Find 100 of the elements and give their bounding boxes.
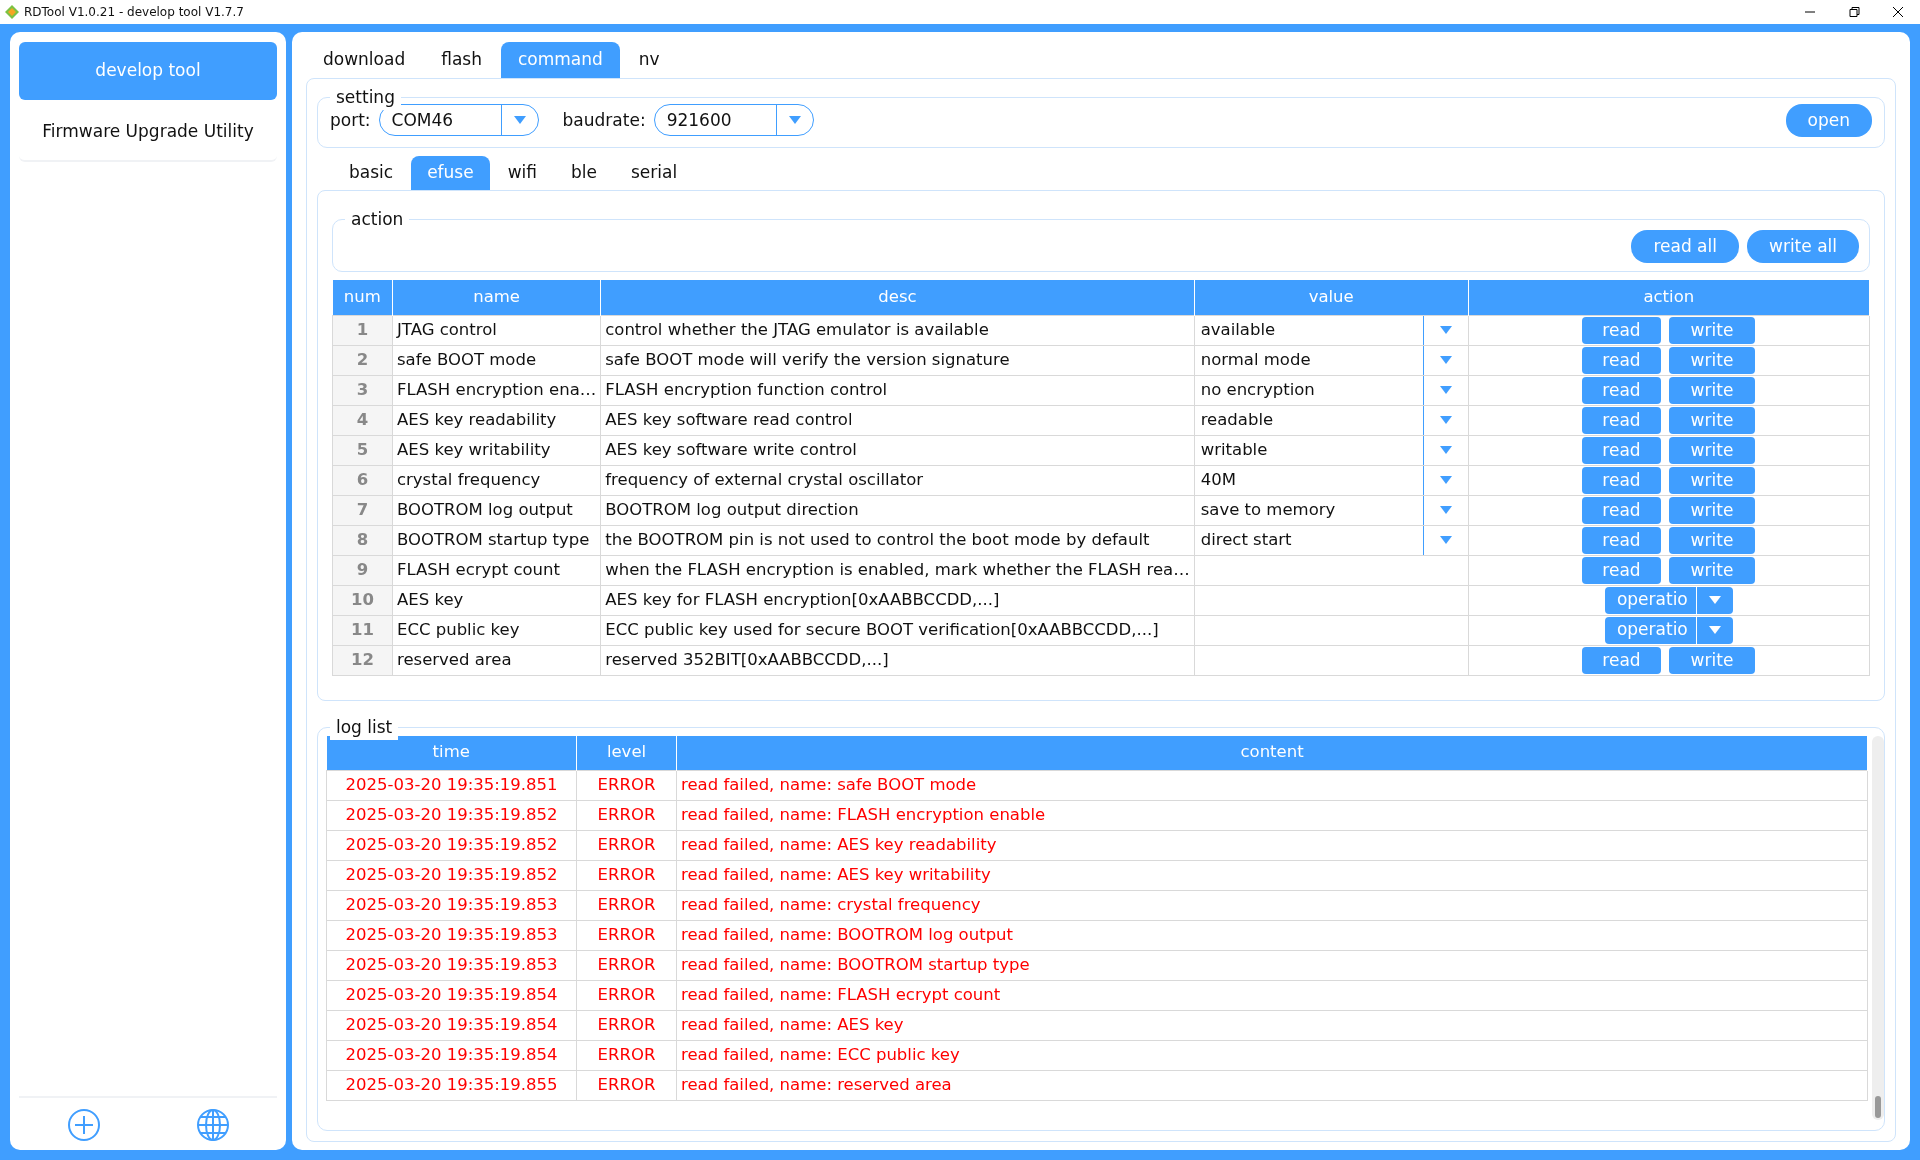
tab[interactable]: ble <box>555 156 613 190</box>
write-button[interactable]: write <box>1668 466 1756 494</box>
value-dropdown[interactable]: no encryption <box>1194 375 1468 405</box>
row-number: 4 <box>332 405 393 435</box>
add-icon[interactable] <box>66 1108 101 1142</box>
sidebar-item[interactable]: develop tool <box>19 42 277 100</box>
tab[interactable]: efuse <box>411 156 490 190</box>
globe-icon[interactable] <box>195 1108 230 1142</box>
read-button[interactable]: read <box>1582 466 1661 494</box>
log-message: read failed, name: BOOTROM log output <box>676 920 1868 951</box>
row-number: 1 <box>332 315 393 345</box>
write-button[interactable]: write <box>1668 496 1756 524</box>
value-dropdown[interactable]: normal mode <box>1194 345 1468 375</box>
column-header: action <box>1468 280 1870 315</box>
log-time: 2025-03-20 19:35:19.854 <box>326 1010 577 1041</box>
log-message: read failed, name: safe BOOT mode <box>676 770 1868 801</box>
open-button[interactable]: open <box>1785 103 1872 137</box>
log-message: read failed, name: crystal frequency <box>676 890 1868 921</box>
read-button[interactable]: read <box>1582 406 1661 434</box>
tab[interactable]: nv <box>621 42 677 78</box>
table-cell: BOOTROM startup type <box>392 525 601 555</box>
log-time: 2025-03-20 19:35:19.853 <box>326 950 577 981</box>
log-level: ERROR <box>576 920 677 951</box>
value-dropdown[interactable]: save to memory <box>1194 495 1468 525</box>
operation-menu-button[interactable]: operatio <box>1604 586 1733 614</box>
write-button[interactable]: write <box>1668 646 1756 674</box>
table-cell: frequency of external crystal oscillator <box>600 465 1195 495</box>
table-cell: AES key software write control <box>600 435 1195 465</box>
log-level: ERROR <box>576 980 677 1011</box>
value-dropdown[interactable]: available <box>1194 315 1468 345</box>
table-cell: when the FLASH encryption is enabled, mark whether the FLASH rea… <box>600 555 1195 585</box>
table-cell: reserved area <box>392 645 601 675</box>
app-logo-icon <box>4 4 20 20</box>
row-number: 6 <box>332 465 393 495</box>
table-cell: BOOTROM log output <box>392 495 601 525</box>
log-time: 2025-03-20 19:35:19.855 <box>326 1070 577 1101</box>
row-number: 12 <box>332 645 393 675</box>
tab[interactable]: basic <box>333 156 410 190</box>
column-header: level <box>576 735 677 771</box>
tab[interactable]: flash <box>424 42 499 78</box>
write-button[interactable]: write <box>1668 526 1756 554</box>
table-cell: control whether the JTAG emulator is available <box>600 315 1195 345</box>
action-button[interactable]: read all <box>1631 229 1739 263</box>
log-level: ERROR <box>576 950 677 981</box>
caret-icon <box>1439 446 1452 454</box>
read-button[interactable]: read <box>1582 496 1661 524</box>
read-button[interactable]: read <box>1582 346 1661 374</box>
write-button[interactable]: write <box>1668 436 1756 464</box>
read-button[interactable]: read <box>1582 436 1661 464</box>
table-cell: reserved 352BIT[0xAABBCCDD,...] <box>600 645 1195 675</box>
log-level: ERROR <box>576 860 677 891</box>
log-time: 2025-03-20 19:35:19.854 <box>326 980 577 1011</box>
value-dropdown[interactable]: 40M <box>1194 465 1468 495</box>
table-cell: safe BOOT mode will verify the version signature <box>600 345 1195 375</box>
write-button[interactable]: write <box>1668 316 1756 344</box>
row-number: 9 <box>332 555 393 585</box>
value-dropdown[interactable]: readable <box>1194 405 1468 435</box>
log-level: ERROR <box>576 1010 677 1041</box>
caret-icon <box>1708 596 1721 604</box>
log-message: read failed, name: AES key writability <box>676 860 1868 891</box>
scrollbar-thumb[interactable] <box>1875 1096 1882 1118</box>
read-button[interactable]: read <box>1582 526 1661 554</box>
write-button[interactable]: write <box>1668 346 1756 374</box>
read-button[interactable]: read <box>1582 556 1661 584</box>
table-cell: FLASH encryption ena… <box>392 375 601 405</box>
caret-icon <box>1439 416 1452 424</box>
caret-icon <box>1439 476 1452 484</box>
operation-menu-button[interactable]: operatio <box>1604 616 1733 644</box>
action-button[interactable]: write all <box>1747 229 1859 263</box>
column-header: desc <box>600 280 1195 315</box>
read-button[interactable]: read <box>1582 646 1661 674</box>
column-header: value <box>1194 280 1469 315</box>
log-time: 2025-03-20 19:35:19.854 <box>326 1040 577 1071</box>
value-dropdown[interactable]: direct start <box>1194 525 1468 555</box>
row-number: 5 <box>332 435 393 465</box>
read-button[interactable]: read <box>1582 376 1661 404</box>
caret-icon <box>1439 356 1452 364</box>
window-title: RDTool V1.0.21 - develop tool V1.7.7 <box>24 4 244 21</box>
log-message: read failed, name: AES key <box>676 1010 1868 1041</box>
write-button[interactable]: write <box>1668 376 1756 404</box>
write-button[interactable]: write <box>1668 556 1756 584</box>
value-dropdown[interactable]: writable <box>1194 435 1468 465</box>
tab[interactable]: wifi <box>491 156 554 190</box>
log-time: 2025-03-20 19:35:19.852 <box>326 830 577 861</box>
log-level: ERROR <box>576 1070 677 1101</box>
table-cell: AES key software read control <box>600 405 1195 435</box>
log-level: ERROR <box>576 830 677 861</box>
caret-icon <box>1439 536 1452 544</box>
write-button[interactable]: write <box>1668 406 1756 434</box>
port-label: port: <box>330 108 371 132</box>
tab[interactable]: download <box>306 42 423 78</box>
log-time: 2025-03-20 19:35:19.851 <box>326 770 577 801</box>
read-button[interactable]: read <box>1582 316 1661 344</box>
scrollbar[interactable] <box>1872 735 1884 1120</box>
column-header: content <box>676 735 1868 771</box>
tab[interactable]: serial <box>615 156 694 190</box>
table-cell: FLASH encryption function control <box>600 375 1195 405</box>
table-cell: JTAG control <box>392 315 601 345</box>
tab[interactable]: command <box>500 42 620 78</box>
table-cell: AES key writability <box>392 435 601 465</box>
